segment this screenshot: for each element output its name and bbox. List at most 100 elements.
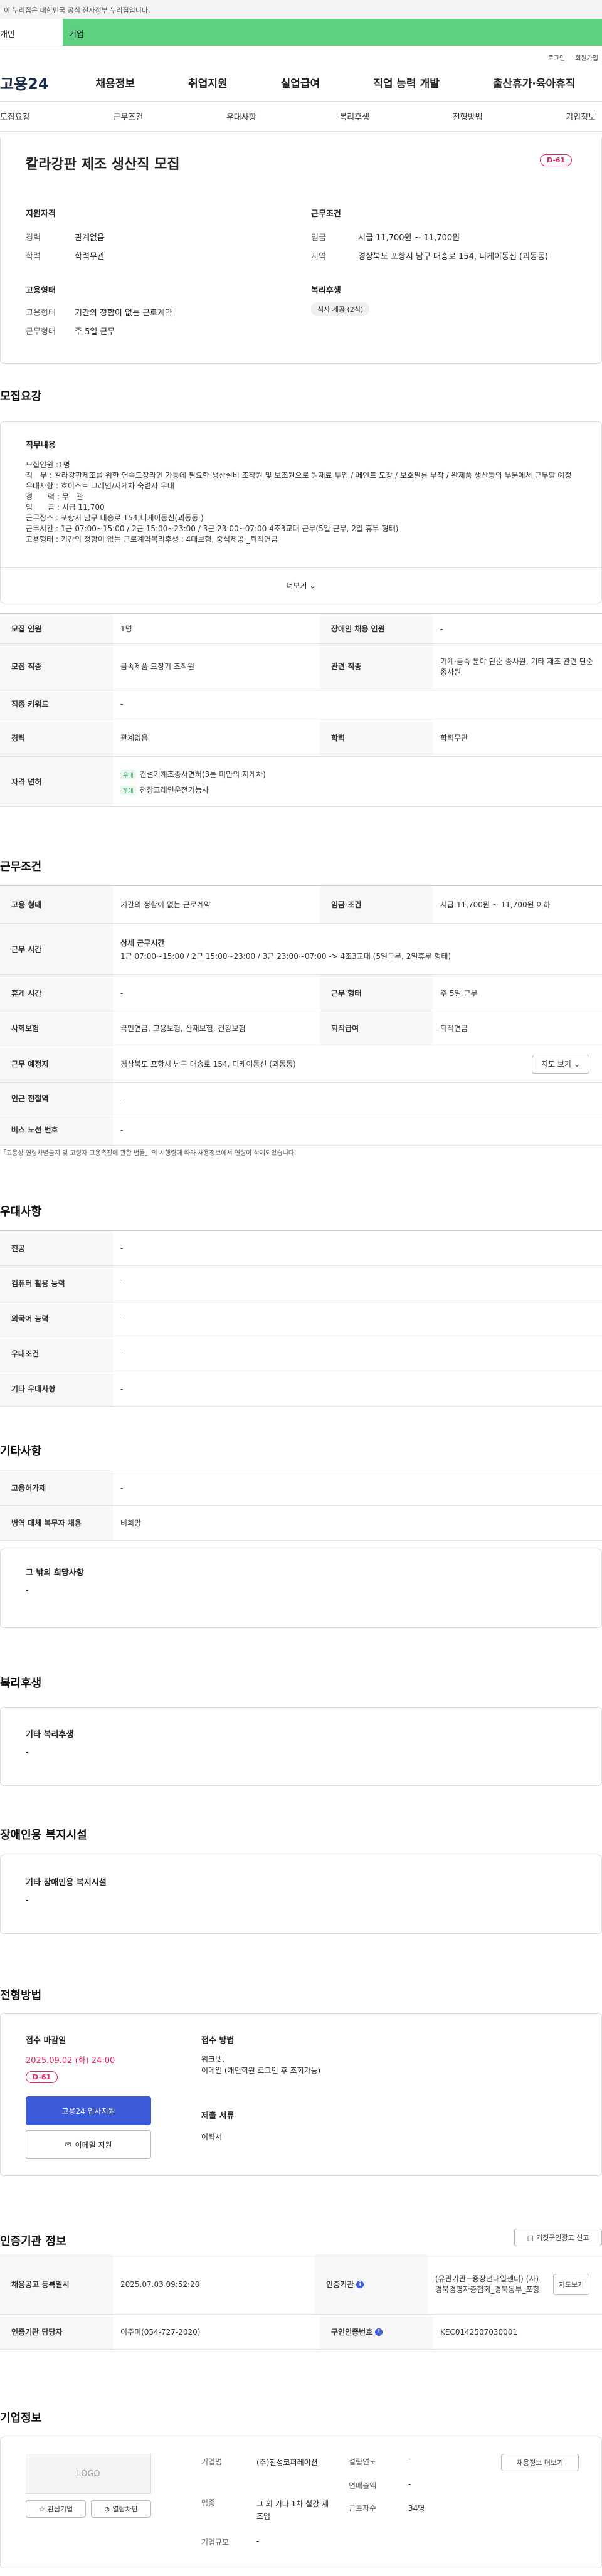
gnb-training[interactable]: 직업 능력 개발 [373, 75, 440, 90]
map-button[interactable]: 지도 보기 ⌄ [532, 1054, 589, 1074]
subnav-company[interactable]: 기업정보 [566, 110, 596, 122]
cert-map-button[interactable]: 지도보기 [553, 2273, 589, 2295]
gnb-leave[interactable]: 출산휴가·육아휴직 [493, 75, 576, 90]
etc-rows-1-th: 병역 대체 복무자 채용 [0, 1506, 113, 1540]
cert-date_th: 채용공고 등록일시 [0, 2254, 113, 2314]
recruit-rows-0-th2: 장애인 채용 인원 [320, 614, 433, 643]
method-value: 워크넷, 이메일 (개인회원 로그인 후 조회가능) [201, 2055, 321, 2075]
select-method_lbl: 접수 방법 [201, 2036, 235, 2045]
subnav-selection[interactable]: 전형방법 [453, 110, 483, 122]
work-sub_th: 인근 전철역 [0, 1083, 113, 1114]
company-info_btn: 채용정보 더보기 [516, 2459, 564, 2467]
pref-rows-0-th: 전공 [0, 1231, 113, 1265]
subnav-work[interactable]: 근무조건 [113, 110, 143, 122]
company-year_lbl: 설립연도 [349, 2457, 377, 2466]
recruit-table: 모집 인원 1명 장애인 채용 인원 - 모집 직종 금속제품 도장기 조작원 관련 직종… [0, 613, 602, 807]
work-wage_th: 임금 조건 [320, 886, 433, 923]
work-time_td: 1근 07:00~15:00 / 2근 15:00~23:00 / 3근 23:… [120, 951, 452, 961]
work-sub_td: - [120, 1094, 124, 1103]
license-header: 자격 면허 [0, 757, 113, 806]
tab-company[interactable]: 기업 [63, 19, 602, 46]
subnav-pref[interactable]: 우대사항 [226, 110, 256, 122]
cert-map_btn: 지도보기 [558, 2280, 584, 2289]
pref-rows-1-td: - [120, 1279, 124, 1288]
company-sales_lbl: 연매출액 [349, 2481, 377, 2490]
company-block_btn: 열람차단 [112, 2505, 138, 2513]
summary-card: 칼라강판 제조 생산직 모집 D-61 지원자격 경력 관계없음 학력 학력무관… [0, 138, 602, 364]
emptype-value: 기간의 정함이 없는 근로계약 [75, 309, 172, 318]
emp-title: 고용형태 [26, 286, 56, 295]
recruit-lines-1: 직 무 : 칼라강판제조를 위한 연속도장라인 가동에 필요한 생산설비 조작원… [26, 471, 572, 480]
recruit-rows-1-th: 모집 직종 [0, 644, 113, 689]
cert-no_td: KEC0142507030001 [440, 2327, 518, 2336]
gnb-jobs[interactable]: 채용정보 [96, 75, 135, 90]
subnav-recruit[interactable]: 모집요강 [0, 110, 30, 122]
recruit-rows-3-td: 관계없음 [120, 734, 149, 742]
edu-label: 학력 [26, 252, 41, 261]
wage-value: 시급 11,700원 ~ 11,700원 [358, 233, 460, 243]
company-year: - [408, 2456, 411, 2465]
report-button[interactable]: ▢ 거짓구인광고 신고 [514, 2229, 602, 2246]
job-title: 칼라강판 제조 생산직 모집 [26, 157, 180, 172]
more-button[interactable]: 더보기 ⌄ [1, 567, 601, 603]
pref-rows-1-th: 컴퓨터 활용 능력 [0, 1266, 113, 1301]
recruit-lines-6: 근무시간 : 1근 07:00~15:00 / 2근 15:00~23:00 /… [26, 524, 399, 533]
company-sales: - [408, 2480, 411, 2489]
gnb-employment-support[interactable]: 취업지원 [188, 75, 228, 90]
license-list: 우대 건설기계조종사면허(3톤 미만의 지게차) 우대 천장크레인운전기능사 [113, 765, 602, 799]
section-benefit-title: 복리후생 [0, 1677, 42, 1690]
company-name_lbl: 기업명 [201, 2457, 223, 2466]
work-map_btn: 지도 보기 [541, 1060, 571, 1069]
chevron-down-icon: ⌄ [573, 1059, 581, 1069]
section-recruit-title: 모집요강 [0, 390, 42, 403]
benefit-box: 기타 복리후생 - [0, 1707, 602, 1786]
facility-box: 기타 장애인용 복지시설 - [0, 1855, 602, 1934]
worktype-label: 근무형태 [26, 327, 56, 337]
etc-rows-0-td: - [120, 1483, 124, 1492]
login-link[interactable]: 로그인 [548, 53, 566, 64]
tab-personal[interactable]: 개인 [0, 19, 63, 46]
benefit-box_val: - [26, 1748, 29, 1757]
career-label: 경력 [26, 233, 41, 243]
wage-label: 임금 [311, 233, 326, 243]
subnav-benefit[interactable]: 복리후생 [339, 110, 369, 122]
recruit-more: 더보기 [286, 581, 307, 590]
chevron-down-icon: ⌄ [309, 581, 316, 590]
work-emp_td: 기간의 정함이 없는 근로계약 [120, 900, 211, 909]
company-size: - [256, 2536, 260, 2545]
fav-company-button[interactable]: ☆ 관심기업 [26, 2500, 86, 2518]
company-info-button[interactable]: 채용정보 더보기 [501, 2454, 579, 2471]
work-ins_th: 사회보험 [0, 1011, 113, 1045]
deadline-value: 2025.09.02 (화) 24:00 [26, 2056, 115, 2066]
welfare-tag: 식사 제공 (2식) [311, 302, 370, 316]
work-form_th: 근무 형태 [320, 975, 433, 1011]
block-icon: ⊘ [104, 2505, 110, 2513]
career-value: 관계없음 [75, 233, 105, 243]
block-button[interactable]: ⊘ 열람차단 [91, 2500, 151, 2518]
etc-rows-0-th: 고용허가제 [0, 1470, 113, 1505]
apply-button[interactable]: 고용24 입사지원 [26, 2096, 151, 2125]
company-logo: LOGO [26, 2454, 151, 2494]
gnb-unemployment[interactable]: 실업급여 [281, 75, 320, 90]
section-pref-title: 우대사항 [0, 1205, 42, 1218]
email-apply-button[interactable]: ✉ 이메일 지원 [26, 2130, 151, 2159]
pref-rows-3-th: 우대조건 [0, 1336, 113, 1371]
etc-box_val: - [26, 1586, 29, 1595]
site-logo[interactable]: 고용24 [0, 71, 69, 93]
join-link[interactable]: 회원가입 [575, 53, 598, 64]
company-card: LOGO ☆ 관심기업 ⊘ 열람차단 기업명 (주)진성코퍼레이션 설립연도 - 채… [0, 2437, 602, 2568]
dday-badge: D-61 [540, 154, 573, 166]
job-desc-text: 모집인원 :1명 직 무 : 칼라강판제조를 위한 연속도장라인 가동에 필요한 … [26, 460, 578, 545]
etc-box_title: 그 밖의 희망사항 [26, 1568, 84, 1578]
select-dday-badge: D-61 [26, 2071, 58, 2083]
star-icon: ☆ [38, 2505, 45, 2513]
section-etc-title: 기타사항 [0, 1445, 42, 1458]
company-fav_btn: 관심기업 [47, 2505, 73, 2513]
section-facility-title: 장애인용 복지시설 [0, 1829, 87, 1842]
pref-table: 전공 - 컴퓨터 활용 능력 - 외국어 능력 - 우대조건 - 기타 우대사항 - [0, 1230, 602, 1407]
work-form_td: 주 5일 근무 [440, 989, 478, 998]
recruit-rows-1-td2: 기계·금속 분야 단순 종사원, 기타 제조 관련 단순 종사원 [440, 657, 594, 677]
recruit-rows-3-th2: 학력 [320, 719, 433, 756]
work-bus_th: 버스 노선 번호 [0, 1114, 113, 1145]
company-biz_lbl: 업종 [201, 2499, 216, 2508]
